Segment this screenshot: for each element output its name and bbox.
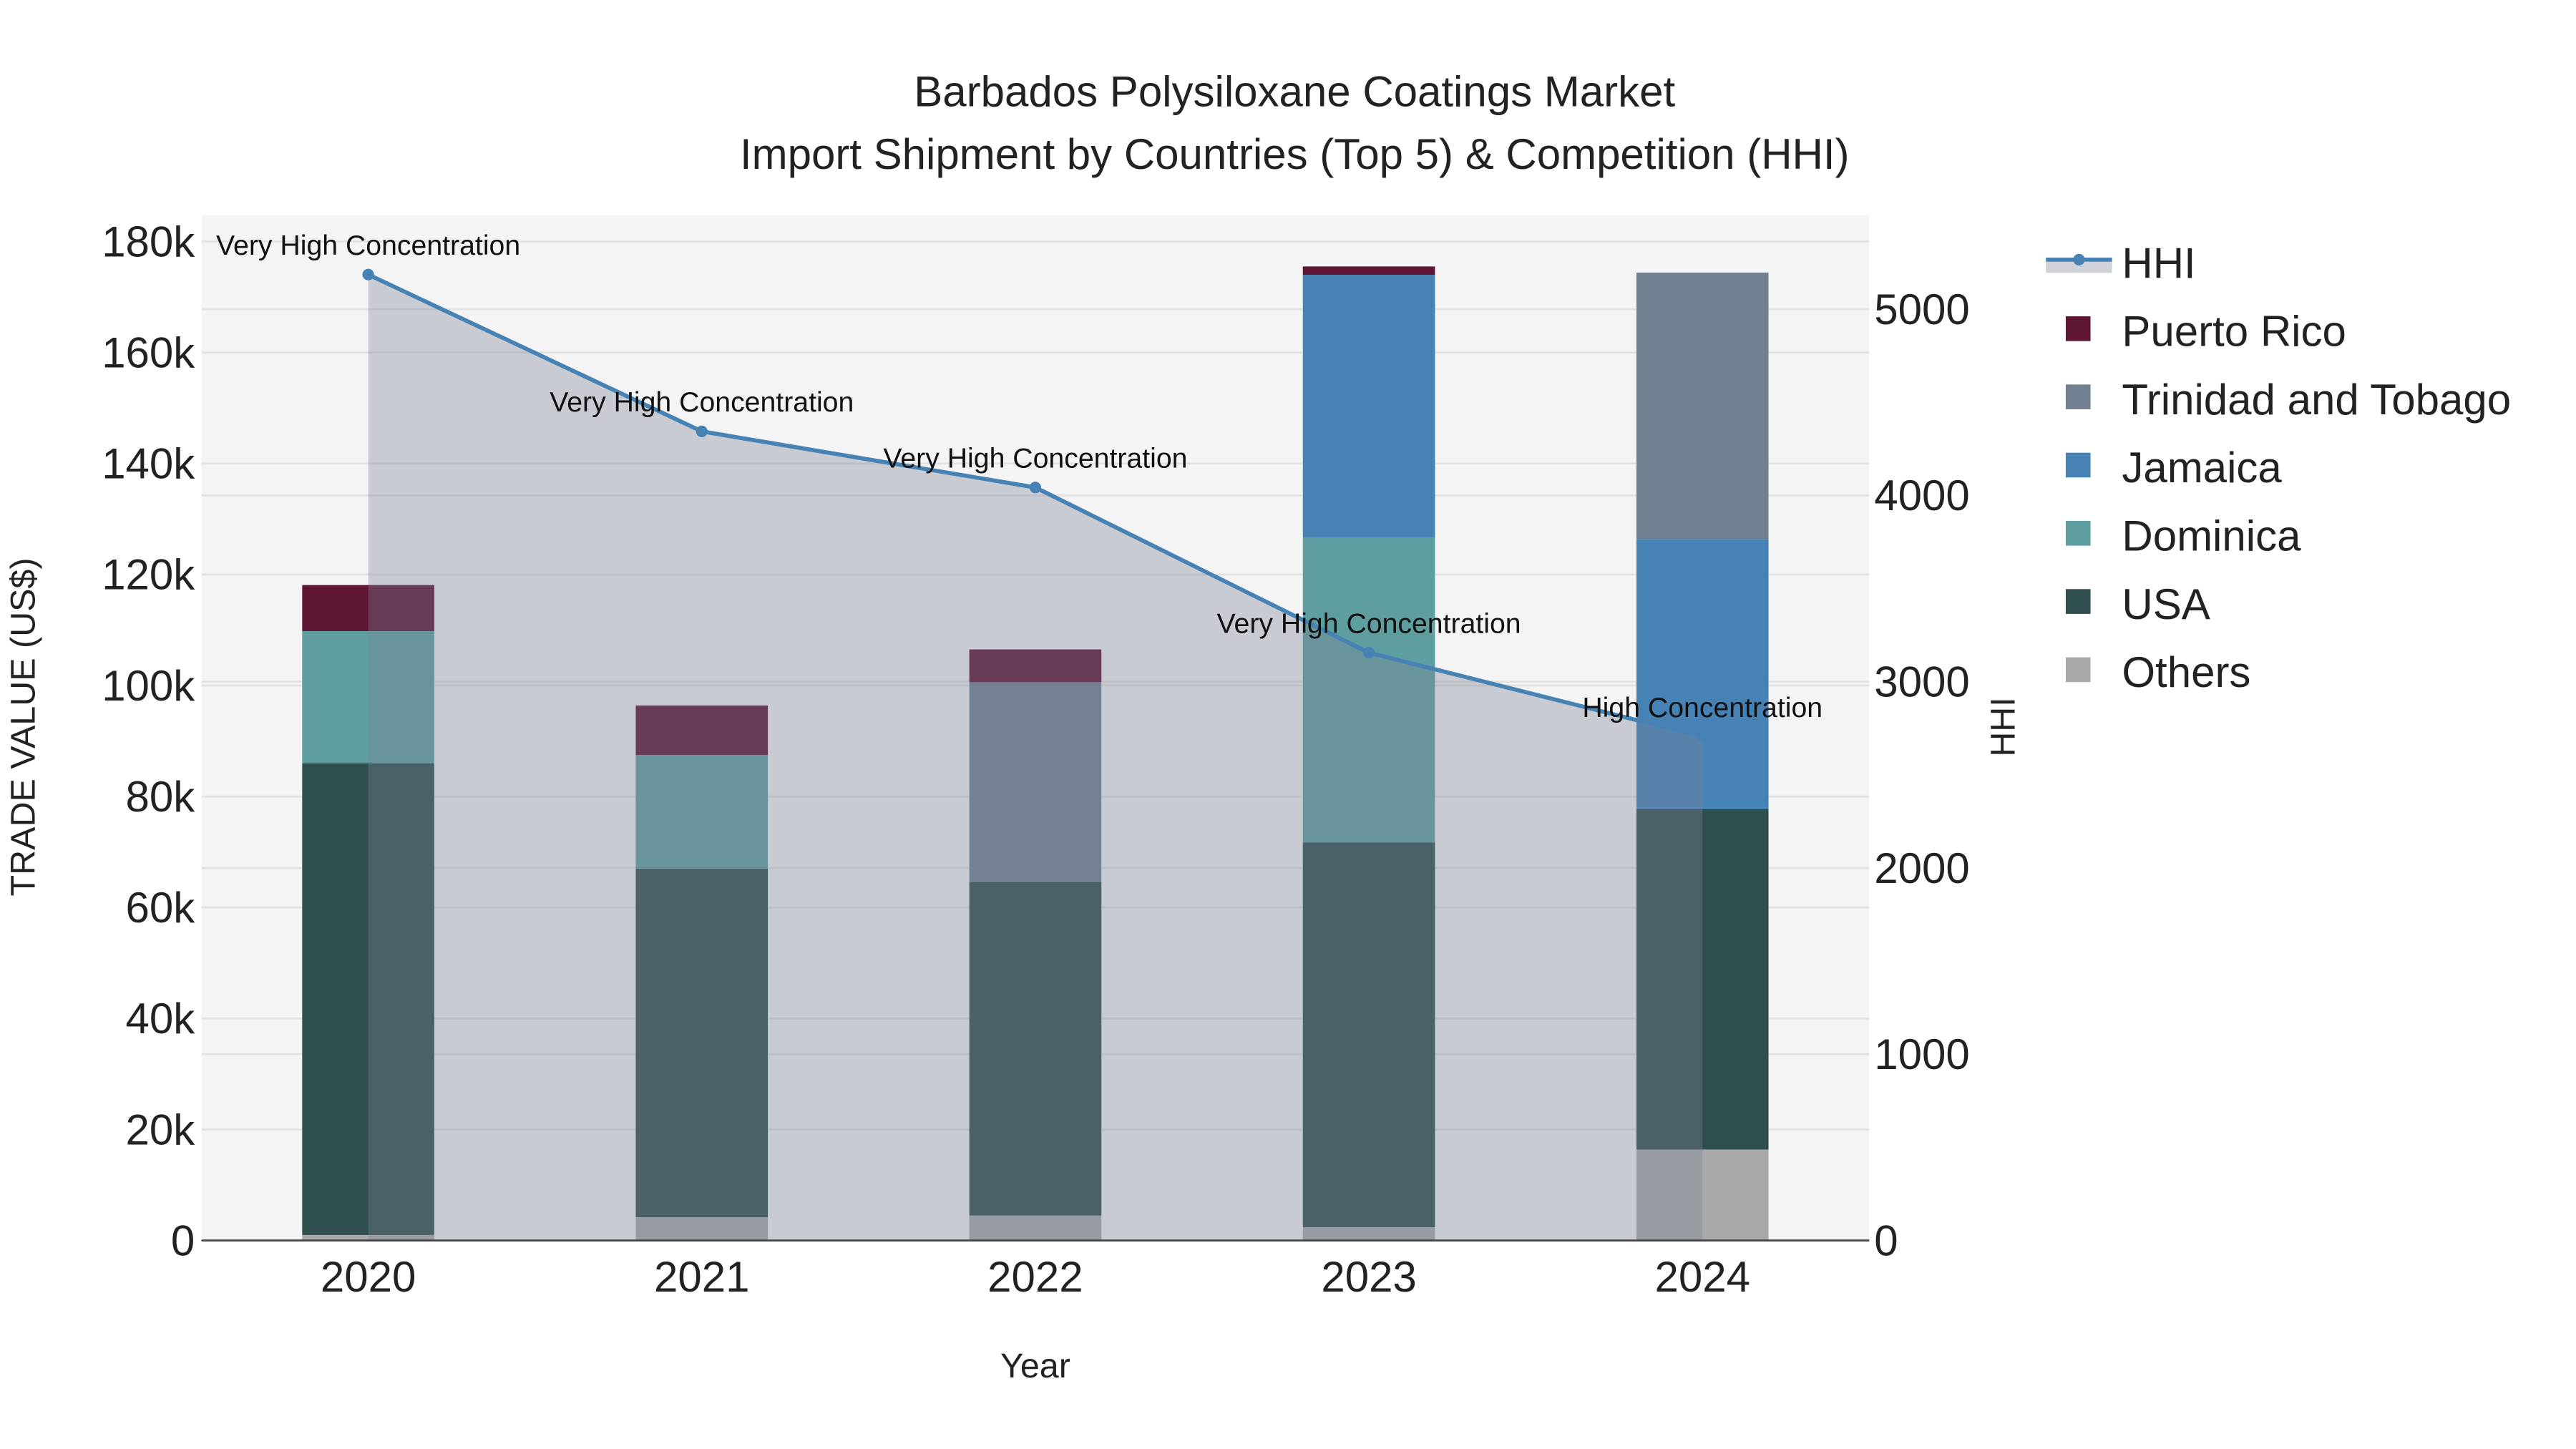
legend-swatch: [2065, 520, 2091, 546]
x-tick-label: 2022: [987, 1253, 1083, 1301]
y2-axis-title: HHI: [1984, 697, 2022, 756]
hhi-annotation: Very High Concentration: [550, 386, 854, 418]
legend-swatch: [2065, 589, 2091, 614]
hhi-point-2022: [1029, 482, 1041, 494]
y-tick-label: 120k: [102, 551, 195, 599]
legend-label: Puerto Rico: [2122, 308, 2346, 356]
y-axis-title: TRADE VALUE (US$): [4, 557, 42, 896]
x-tick-label: 2021: [654, 1253, 749, 1301]
y-tick-label: 160k: [102, 328, 195, 376]
legend-label: Dominica: [2122, 512, 2301, 560]
hhi-annotation: Very High Concentration: [1217, 608, 1521, 639]
legend-label: Jamaica: [2122, 444, 2282, 492]
y-tick-label: 20k: [126, 1106, 196, 1153]
legend-item-jamaica[interactable]: Jamaica: [2065, 444, 2283, 492]
legend-label: HHI: [2122, 239, 2195, 287]
y-tick-label: 80k: [126, 773, 196, 821]
y-tick-label: 40k: [126, 995, 196, 1043]
y2-tick-label: 0: [1874, 1216, 1898, 1264]
hhi-point-2020: [362, 268, 374, 280]
hhi-annotation: Very High Concentration: [216, 230, 520, 261]
legend-marker: [2073, 253, 2085, 265]
legend: HHI Puerto Rico Trinidad and Tobago Jamaica…: [2046, 239, 2511, 696]
hhi-point-2021: [696, 425, 708, 437]
y2-tick-label: 2000: [1874, 844, 1969, 892]
y2-tick-label: 5000: [1874, 286, 1969, 333]
x-tick-label: 2024: [1654, 1253, 1750, 1301]
y-tick-label: 0: [171, 1216, 195, 1264]
legend-label: Trinidad and Tobago: [2122, 376, 2511, 424]
legend-item-trinidad-and-tobago[interactable]: Trinidad and Tobago: [2065, 376, 2511, 424]
chart-subtitle: Import Shipment by Countries (Top 5) & C…: [740, 130, 1850, 178]
y-tick-label: 180k: [102, 218, 195, 265]
legend-item-others[interactable]: Others: [2065, 648, 2251, 696]
legend-label: Others: [2122, 648, 2250, 696]
hhi-point-2023: [1363, 647, 1375, 659]
hhi-annotation: High Concentration: [1582, 692, 1823, 723]
y2-tick-label: 4000: [1874, 472, 1969, 519]
x-tick-label: 2020: [321, 1253, 416, 1301]
legend-swatch: [2065, 452, 2091, 478]
y-tick-label: 60k: [126, 884, 196, 932]
x-axis-title: Year: [1000, 1347, 1070, 1385]
legend-item-dominica[interactable]: Dominica: [2065, 512, 2301, 560]
bar-puerto-rico-2023: [1302, 266, 1435, 275]
legend-label: USA: [2122, 580, 2210, 628]
x-tick-label: 2023: [1321, 1253, 1416, 1301]
chart: Very High Concentration Very High Concent…: [4, 67, 2511, 1385]
y2-tick-label: 1000: [1874, 1030, 1969, 1078]
hhi-point-2024: [1697, 731, 1709, 743]
bar-trinidad-and-tobago-2024: [1636, 272, 1769, 540]
y-tick-label: 100k: [102, 662, 195, 710]
legend-swatch: [2065, 316, 2091, 341]
chart-title: Barbados Polysiloxane Coatings Market: [914, 67, 1675, 115]
legend-swatch: [2065, 384, 2091, 409]
y2-tick-label: 3000: [1874, 658, 1969, 706]
bar-jamaica-2023: [1302, 275, 1435, 537]
hhi-annotation: Very High Concentration: [883, 443, 1187, 474]
legend-item-usa[interactable]: USA: [2065, 580, 2210, 628]
y-tick-label: 140k: [102, 440, 195, 488]
legend-item-puerto-rico[interactable]: Puerto Rico: [2065, 308, 2346, 356]
legend-swatch: [2065, 657, 2091, 683]
legend-item-hhi[interactable]: HHI: [2046, 239, 2196, 287]
